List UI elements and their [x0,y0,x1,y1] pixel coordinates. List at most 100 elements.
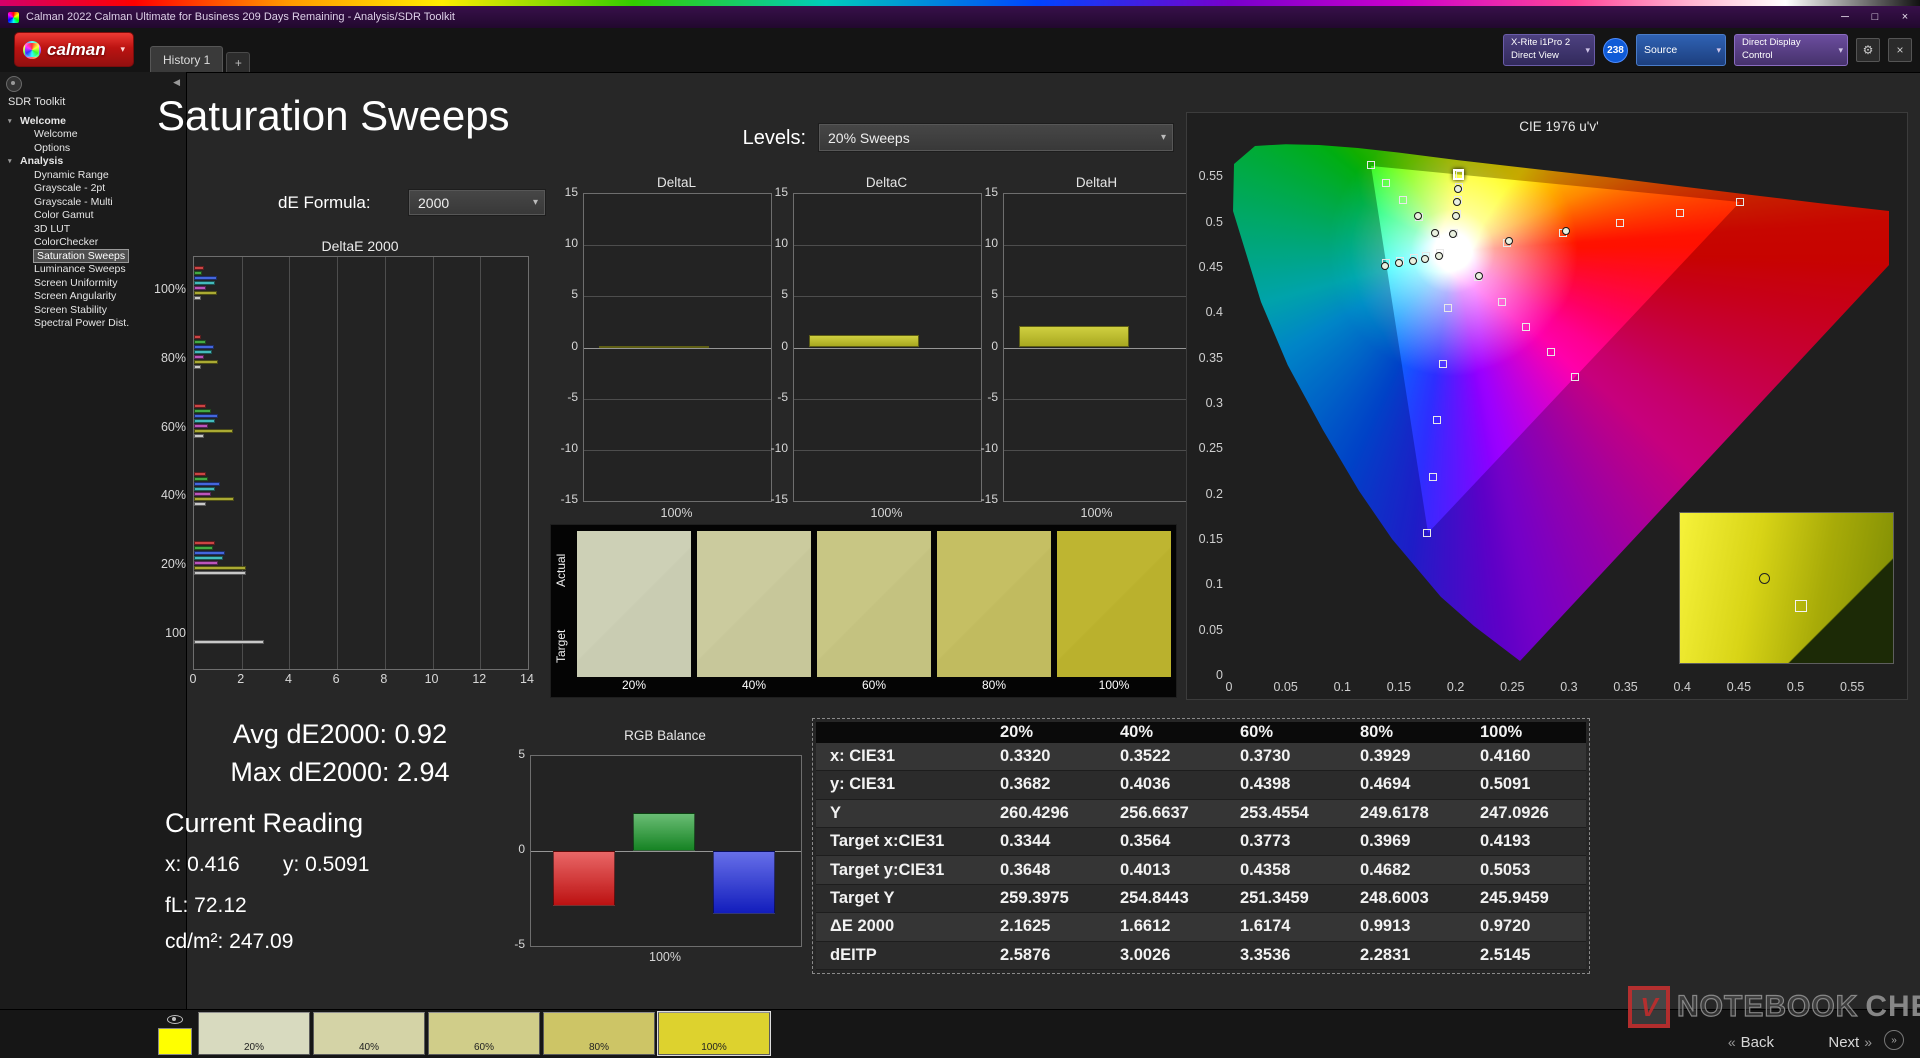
more-button[interactable]: » [1884,1030,1904,1050]
sidebar-item-dynamic-range[interactable]: Dynamic Range [4,168,184,182]
deltae-bar [194,345,214,349]
sidebar-item-options[interactable]: Options [4,141,184,155]
current-reading-title: Current Reading [165,808,363,839]
tree-expand-icon[interactable]: ▾ [8,117,16,125]
deltae-bar [194,296,201,300]
swatch-label-80%: 80% [937,678,1051,692]
sidebar-item-analysis[interactable]: ▾Analysis [4,155,184,169]
deltae-bar [194,281,215,285]
deltal-ytick: 5 [550,287,578,301]
deltac-ytick: -10 [760,441,788,455]
chevron-down-icon: ▾ [1838,44,1843,56]
gridline [1004,296,1191,297]
deltae-bar [194,335,201,339]
levels-label: Levels: [690,127,806,150]
display-control-label: Direct Display Control [1742,37,1831,63]
deltae-bar [194,266,204,270]
deltac-bar [809,335,919,347]
footer-patch-40%[interactable]: 40% [313,1012,425,1055]
deltac-ytick: -5 [760,390,788,404]
gridline [584,450,771,451]
inset-target-point [1795,600,1807,612]
tree-expand-icon[interactable]: ▾ [8,157,16,165]
deltae-bar [194,502,206,506]
next-button[interactable]: Next » [1828,1032,1872,1052]
actual-label: Actual [554,535,570,605]
settings-gear-button[interactable]: ⚙ [1856,38,1880,62]
table-cell: 0.3730 [1226,743,1346,771]
deltae-xtick: 6 [321,672,351,686]
table-row-label: Target x:CIE31 [816,828,986,856]
workspace-topbar: calman ▾ History 1 + X-Rite i1Pro 2 Dire… [0,28,1920,73]
rgb-balance-plot [530,755,802,947]
table-cell: 2.1625 [986,913,1106,941]
swatch-label-20%: 20% [577,678,691,692]
cie-measured-point [1505,237,1513,245]
gridline [584,296,771,297]
deltac-ytick: 10 [760,236,788,250]
add-tab-button[interactable]: + [226,52,250,72]
meter-count-badge: 238 [1603,38,1628,63]
deltae-xtick: 2 [226,672,256,686]
footer-patch-100%[interactable]: 100% [658,1012,770,1055]
deltal-ytick: 15 [550,185,578,199]
sidebar-item-color-gamut-label: Color Gamut [34,209,94,221]
sidebar-item-3d-lut[interactable]: 3D LUT [4,222,184,236]
rgb-ytick: -5 [505,937,525,951]
source-dropdown[interactable]: Source ▾ [1636,34,1726,66]
sidebar-item-color-gamut[interactable]: Color Gamut [4,209,184,223]
chevron-down-icon: ▾ [533,197,538,208]
close-icon[interactable]: × [1890,6,1920,28]
deltac-chart: DeltaC 100% 151050-5-10-15 [760,175,990,525]
inset-measured-point [1759,573,1770,584]
cie-target-point [1367,161,1375,169]
sidebar-menu-icon[interactable] [6,76,22,92]
gridline [794,296,981,297]
sidebar-item-grayscale-multi[interactable]: Grayscale - Multi [4,195,184,209]
levels-dropdown[interactable]: 20% Sweeps ▾ [818,123,1174,152]
table-row-label: Y [816,799,986,827]
rgb-balance-title: RGB Balance [530,728,800,743]
table-cell: 0.4160 [1466,743,1586,771]
footer-patch-60%[interactable]: 60% [428,1012,540,1055]
cie-target-point [1736,198,1744,206]
tab-history-1[interactable]: History 1 [150,46,223,72]
cie-ytick: 0.15 [1187,532,1223,546]
table-cell: 2.2831 [1346,941,1466,969]
deltah-chart: DeltaH 100% 151050-5-10-15 [970,175,1200,525]
table-cell: 0.3320 [986,743,1106,771]
table-cell: 2.5876 [986,941,1106,969]
current-y-readout: y: 0.5091 [283,853,369,877]
workspace-close-button[interactable]: × [1888,38,1912,62]
de-formula-dropdown[interactable]: 2000 ▾ [408,189,546,216]
footer-patch-20%[interactable]: 20% [198,1012,310,1055]
de-formula-label: dE Formula: [278,193,371,213]
deltac-plot [793,193,982,502]
meter-dropdown[interactable]: X-Rite i1Pro 2 Direct View ▾ [1503,34,1595,66]
deltah-xlabel: 100% [1003,506,1190,520]
sidebar-item-grayscale-2pt[interactable]: Grayscale - 2pt [4,182,184,196]
display-control-dropdown[interactable]: Direct Display Control ▾ [1734,34,1848,66]
gridline [794,399,981,400]
cie-ytick: 0.4 [1187,305,1223,319]
back-button[interactable]: « Back [1728,1032,1774,1052]
sidebar-item-grayscale-2pt-label: Grayscale - 2pt [34,182,105,194]
deltae-bar [194,360,218,364]
sidebar-collapse-icon[interactable]: ◀ [173,77,180,88]
deltae-xtick: 8 [369,672,399,686]
table-header-80%: 80% [1346,722,1466,743]
cie-measured-point [1562,227,1570,235]
deltae-bar [194,429,233,433]
deltac-xlabel: 100% [793,506,980,520]
swatch-label-100%: 100% [1057,678,1171,692]
maximize-icon[interactable]: □ [1860,6,1890,28]
calman-menu-button[interactable]: calman ▾ [14,32,134,67]
minimize-icon[interactable]: ─ [1830,6,1860,28]
eye-icon[interactable] [158,1012,192,1026]
rgb-ytick: 0 [505,842,525,856]
table-cell: 0.3929 [1346,743,1466,771]
cie-target-point [1382,179,1390,187]
swatch-label-60%: 60% [817,678,931,692]
cie-xtick: 0.15 [1379,680,1419,694]
footer-patch-80%[interactable]: 80% [543,1012,655,1055]
